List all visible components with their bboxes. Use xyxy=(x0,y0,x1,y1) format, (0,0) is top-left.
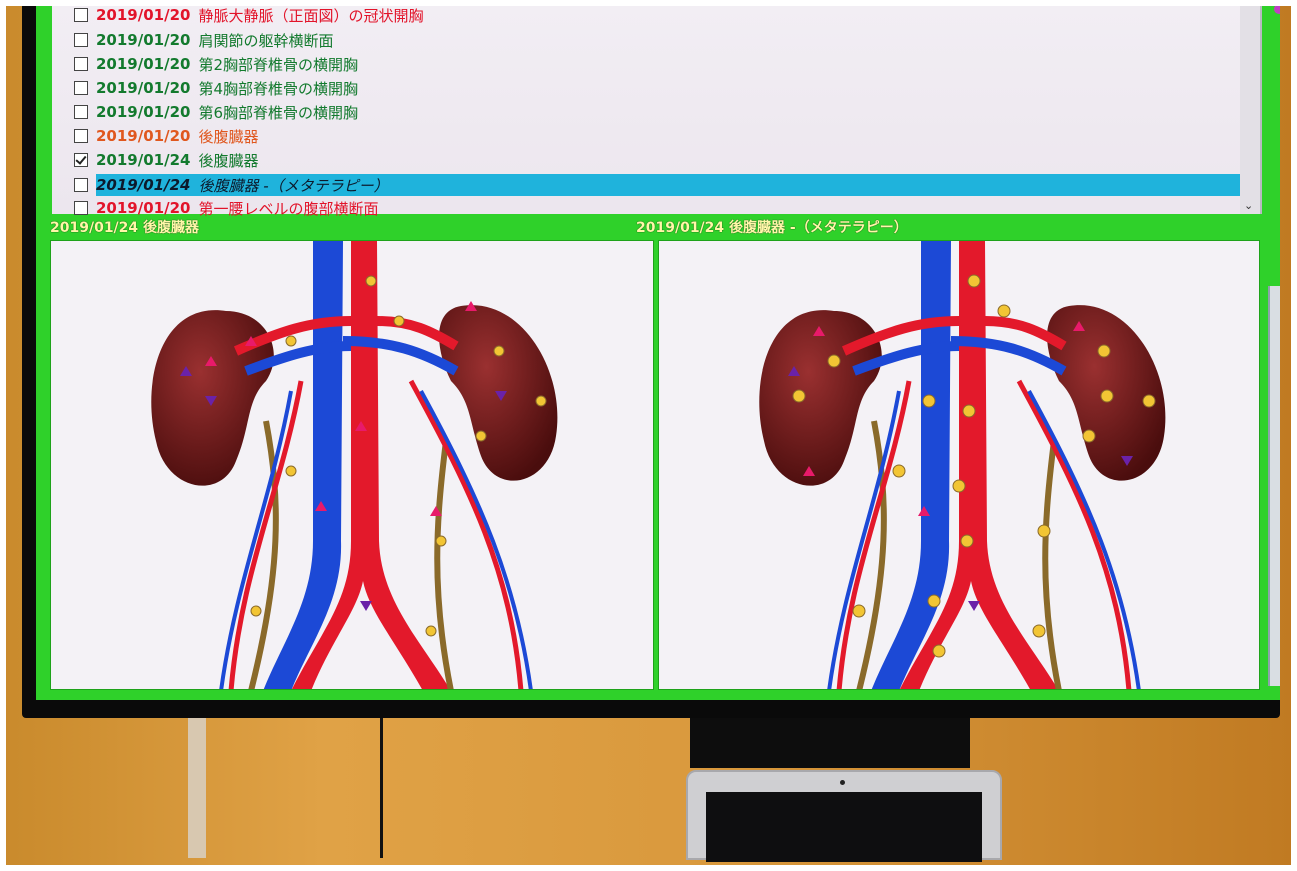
row-date: 2019/01/20 xyxy=(96,6,191,24)
right-viewer-title: 後腹臓器 -（メタテラピー） xyxy=(729,220,908,236)
checkbox-icon[interactable] xyxy=(74,129,88,143)
row-title: 第一腰レベルの腹部横断面 xyxy=(198,199,379,218)
row-title: 静脈大静脈（正面図）の冠状開胸 xyxy=(198,6,424,25)
right-viewer-caption: 2019/01/24 後腹臓器 -（メタテラピー） xyxy=(636,217,908,237)
list-item[interactable]: 2019/01/20 第6胸部脊椎骨の横開胸 xyxy=(52,101,1240,123)
side-indicator-dot xyxy=(1274,4,1280,14)
list-item[interactable]: 2019/01/20 第一腰レベルの腹部横断面 xyxy=(52,197,1240,219)
row-date: 2019/01/24 xyxy=(96,151,191,169)
laptop xyxy=(686,770,1002,862)
stand-rod xyxy=(188,718,206,858)
row-date: 2019/01/20 xyxy=(96,79,191,97)
row-date: 2019/01/20 xyxy=(96,127,191,145)
row-title: 肩関節の躯幹横断面 xyxy=(198,31,334,50)
list-item[interactable]: 2019/01/20 第2胸部脊椎骨の横開胸 xyxy=(52,53,1240,75)
left-viewer-caption: 2019/01/24 後腹臓器 xyxy=(50,217,199,237)
list-item[interactable]: 2019/01/24 後腹臓器 xyxy=(52,149,1240,171)
scroll-thumb[interactable] xyxy=(1244,0,1256,6)
chevron-down-icon[interactable]: ⌄ xyxy=(1244,199,1253,212)
monitor-cable xyxy=(380,718,383,858)
checkbox-icon[interactable] xyxy=(74,105,88,119)
right-viewer-date: 2019/01/24 xyxy=(636,220,725,236)
list-item[interactable]: 2019/01/20 静脈大静脈（正面図）の冠状開胸 xyxy=(52,4,1240,26)
side-strip xyxy=(1266,0,1280,276)
checkbox-icon[interactable] xyxy=(74,153,88,167)
row-date: 2019/01/24 xyxy=(96,176,191,194)
side-panel[interactable] xyxy=(1268,286,1280,686)
row-title: 後腹臓器 xyxy=(198,151,259,170)
right-anatomy-viewer[interactable] xyxy=(658,240,1260,690)
checkbox-icon[interactable] xyxy=(74,81,88,95)
laptop-camera xyxy=(840,780,845,785)
list-item[interactable]: 2019/01/20 肩関節の躯幹横断面 xyxy=(52,29,1240,51)
left-anatomy-viewer[interactable] xyxy=(50,240,654,690)
checkbox-icon[interactable] xyxy=(74,201,88,215)
row-title: 第6胸部脊椎骨の横開胸 xyxy=(198,103,358,122)
checkbox-icon[interactable] xyxy=(74,57,88,71)
list-item[interactable]: 2019/01/20 第4胸部脊椎骨の横開胸 xyxy=(52,77,1240,99)
list-scrollbar[interactable]: ⌄ xyxy=(1240,0,1260,214)
row-title: 後腹臓器 xyxy=(198,127,259,146)
row-date: 2019/01/20 xyxy=(96,31,191,49)
anatomy-illustration xyxy=(759,241,1166,689)
row-date: 2019/01/20 xyxy=(96,199,191,217)
row-date: 2019/01/20 xyxy=(96,103,191,121)
checkbox-icon[interactable] xyxy=(74,33,88,47)
list-item-selected[interactable]: 2019/01/24 後腹臓器 -（メタテラピー） xyxy=(52,174,1240,196)
row-title: 後腹臓器 -（メタテラピー） xyxy=(198,176,389,195)
anatomy-illustration xyxy=(151,241,558,689)
app-screen: 2019/01/20 静脈大静脈（正面図）の冠状開胸 2019/01/20 肩関… xyxy=(36,0,1280,700)
row-date: 2019/01/20 xyxy=(96,55,191,73)
list-item[interactable]: 2019/01/20 後腹臓器 xyxy=(52,125,1240,147)
laptop-screen xyxy=(706,792,982,862)
kidney-left xyxy=(759,310,882,486)
checkbox-icon[interactable] xyxy=(74,8,88,22)
record-list[interactable]: 2019/01/20 静脈大静脈（正面図）の冠状開胸 2019/01/20 肩関… xyxy=(52,0,1262,218)
left-viewer-date: 2019/01/24 xyxy=(50,220,139,236)
left-viewer-title: 後腹臓器 xyxy=(143,220,200,236)
monitor-stand xyxy=(690,718,970,768)
checkbox-icon[interactable] xyxy=(74,178,88,192)
row-title: 第2胸部脊椎骨の横開胸 xyxy=(198,55,358,74)
row-title: 第4胸部脊椎骨の横開胸 xyxy=(198,79,358,98)
